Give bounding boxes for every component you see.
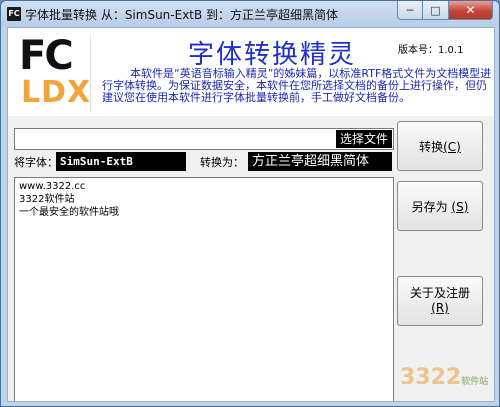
- save-as-button-label: 另存为: [411, 199, 448, 214]
- from-font-field[interactable]: SimSun-ExtB: [56, 152, 186, 171]
- save-as-shortcut: (S): [451, 199, 469, 214]
- about-button-label: 关于及注册: [409, 286, 470, 300]
- content-textarea[interactable]: www.3322.cc 3322软件站 一个最安全的软件站哦: [14, 177, 394, 401]
- fc-ldx-logo: FC LDX: [15, 34, 91, 112]
- site-watermark: 3322软件站: [400, 358, 490, 398]
- app-window: FC 字体批量转换 从：SimSun-ExtB 到：方正兰亭超细黑简体 ─ □ …: [0, 0, 500, 407]
- from-font-label: 将字体：: [14, 156, 58, 169]
- to-font-label: 转换为：: [200, 156, 244, 169]
- minimize-button[interactable]: ─: [397, 1, 423, 20]
- about-register-button[interactable]: 关于及注册 (R): [397, 276, 483, 326]
- client-area: FC LDX 字体转换精灵 版本号：1.0.1 本软件是“英语音标输入精灵”的姊…: [7, 27, 495, 402]
- maximize-button[interactable]: □: [423, 1, 449, 20]
- convert-button[interactable]: 转换(C): [397, 121, 483, 171]
- content-line: 一个最安全的软件站哦: [19, 207, 119, 218]
- header-banner: FC LDX 字体转换精灵 版本号：1.0.1 本软件是“英语音标输入精灵”的姊…: [8, 28, 494, 116]
- content-line: www.3322.cc: [19, 181, 86, 192]
- logo-ldx-text: LDX: [21, 75, 92, 110]
- content-line: 3322软件站: [19, 194, 75, 205]
- version-label: 版本号：1.0.1: [398, 45, 464, 56]
- font-selection-row: 将字体： SimSun-ExtB 转换为： 方正兰亭超细黑简体: [14, 152, 394, 172]
- window-title: 字体批量转换 从：SimSun-ExtB 到：方正兰亭超细黑简体: [25, 8, 339, 22]
- description-text: 本软件是“英语音标输入精灵”的姊妹篇，以标准RTF格式文件为文档模型进行字体转换…: [102, 67, 492, 104]
- title-bar[interactable]: FC 字体批量转换 从：SimSun-ExtB 到：方正兰亭超细黑简体 ─ □ …: [1, 1, 499, 27]
- to-font-field[interactable]: 方正兰亭超细黑简体: [248, 152, 392, 171]
- window-controls: ─ □ ✕: [397, 1, 493, 21]
- select-file-button[interactable]: 选择文件: [335, 130, 392, 148]
- watermark-logo: 3322: [400, 365, 462, 390]
- logo-fc-text: FC: [19, 33, 74, 79]
- file-path-field[interactable]: 选择文件: [14, 128, 394, 150]
- about-shortcut: (R): [431, 301, 449, 315]
- save-as-button[interactable]: 另存为 (S): [397, 181, 483, 231]
- app-name-heading: 字体转换精灵: [188, 40, 357, 70]
- app-icon: FC: [7, 7, 21, 21]
- close-button[interactable]: ✕: [449, 1, 493, 20]
- watermark-text: 软件站: [461, 377, 489, 387]
- convert-shortcut: (C): [443, 139, 461, 154]
- convert-button-label: 转换: [419, 139, 444, 154]
